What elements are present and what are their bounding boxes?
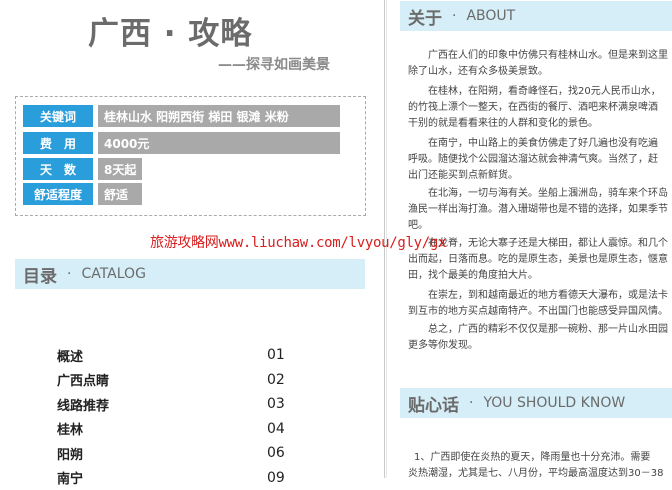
toc-label: 阳朔: [57, 444, 83, 463]
text-line: 在桂林，在阳朔，看奇峰怪石，找20元人民币山水，: [408, 84, 672, 100]
toc-item[interactable]: 广西点睛 02: [57, 368, 297, 393]
toc-item[interactable]: 线路推荐 03: [57, 392, 297, 417]
cost-row: 费 用 4000元: [23, 132, 340, 154]
toc-page: 03: [267, 396, 297, 412]
keywords-box: 关键词 桂林山水 阳朔西街 梯田 银滩 米粉 费 用 4000元 天 数 8天起…: [15, 96, 366, 216]
comfort-value: 舒适: [98, 183, 142, 205]
text-line: 除了山水，还有众多极美景致。: [408, 64, 672, 80]
text-line: 1、广西即使在炎热的夏天，降雨量也十分充沛。需要: [408, 450, 672, 466]
comfort-row: 舒适程度 舒适: [23, 183, 142, 205]
toc-item[interactable]: 概述 01: [57, 343, 297, 368]
text-line: 在龙脊，无论大寨子还是大梯田，都让人震惊。和几个: [408, 236, 672, 252]
tips-dot: ·: [469, 395, 473, 411]
toc-item[interactable]: 阳朔 06: [57, 441, 297, 466]
toc-label: 广西点睛: [57, 370, 109, 389]
catalog-title-en: CATALOG: [81, 266, 145, 282]
days-key: 天 数: [23, 158, 93, 180]
text-line: 在崇左，到和越南最近的地方看德天大瀑布，或是法卡: [408, 288, 672, 304]
about-paragraph: 在北海，一切与海有关。坐船上涠洲岛，骑车来个环岛 渔民一样出海打渔。潜入珊瑚带也…: [408, 186, 672, 234]
toc-page: 02: [267, 372, 297, 388]
text-line: 到互市的地方买点越南特产。不出国门也能感受异国风情。: [408, 304, 672, 320]
about-title-zh: 关于: [408, 4, 442, 29]
toc-page: 04: [267, 421, 297, 437]
about-paragraph: 在桂林，在阳朔，看奇峰怪石，找20元人民币山水， 的竹筏上漂个一整天，在西街的餐…: [408, 84, 672, 132]
about-paragraph: 总之，广西的精彩不仅仅是那一碗粉、那一片山水田园 更多等你发现。: [408, 322, 672, 354]
about-paragraph: 广西在人们的印象中仿佛只有桂林山水。但是来到这里 除了山水，还有众多极美景致。: [408, 48, 672, 80]
table-of-contents: 概述01 广西点睛02 线路推荐03 桂林04 阳朔06 南宁09: [57, 343, 297, 490]
about-paragraph: 在崇左，到和越南最近的地方看德天大瀑布，或是法卡 到互市的地方买点越南特产。不出…: [408, 288, 672, 320]
text-line: 出门还能买到点新鲜货。: [408, 168, 672, 184]
text-line: 在北海，一切与海有关。坐船上涠洲岛，骑车来个环岛: [408, 186, 672, 202]
toc-label: 线路推荐: [57, 395, 109, 414]
toc-item[interactable]: 桂林 04: [57, 417, 297, 442]
keyword-value: 桂林山水 阳朔西街 梯田 银滩 米粉: [98, 105, 340, 127]
text-line: 呼吸。随便找个公园溜达溜达就会神清气爽。当然了，赶: [408, 152, 672, 168]
text-line: 炎热潮湿，尤其是七、八月份，平均最高温度达到30－38: [408, 466, 672, 482]
catalog-dot: ·: [67, 266, 71, 282]
text-line: 总之，广西的精彩不仅仅是那一碗粉、那一片山水田园: [408, 322, 672, 338]
text-line: 出而起，日落而息。吃的是原生态，美景也是原生态，惬意: [408, 252, 672, 268]
toc-label: 桂林: [57, 419, 83, 438]
text-line: 更多等你发现。: [408, 338, 672, 354]
text-line: 广西在人们的印象中仿佛只有桂林山水。但是来到这里: [408, 48, 672, 64]
cost-value: 4000元: [98, 132, 340, 154]
watermark-text: 旅游攻略网www.liuchaw.com/lvyou/gly/gx: [150, 232, 446, 252]
text-line: 的竹筏上漂个一整天，在西街的餐厅、酒吧来杯满泉啤酒: [408, 100, 672, 116]
text-line: 渔民一样出海打渔。潜入珊瑚带也是不错的选择，如果季节: [408, 202, 672, 218]
keyword-key: 关键词: [23, 105, 93, 127]
tips-header: 贴心话 · YOU SHOULD KNOW: [400, 388, 672, 418]
days-value: 8天起: [98, 158, 142, 180]
text-line: 田，找个最美的角度拍大片。: [408, 268, 672, 284]
cost-key: 费 用: [23, 132, 93, 154]
toc-page: 06: [267, 445, 297, 461]
page-subtitle: ——探寻如画美景: [218, 54, 330, 74]
toc-label: 概述: [57, 346, 83, 365]
about-paragraph: 在南宁，中山路上的美食仿佛走了好几遍也没有吃遍 呼吸。随便找个公园溜达溜达就会神…: [408, 136, 672, 184]
text-line: 在南宁，中山路上的美食仿佛走了好几遍也没有吃遍: [408, 136, 672, 152]
toc-page: 01: [267, 347, 297, 363]
days-row: 天 数 8天起: [23, 158, 142, 180]
text-line: 吧。: [408, 218, 672, 234]
about-title-en: ABOUT: [466, 8, 515, 24]
catalog-header: 目录 · CATALOG: [15, 259, 365, 289]
page-title: 广西 · 攻略: [88, 8, 252, 53]
tips-paragraph: 1、广西即使在炎热的夏天，降雨量也十分充沛。需要 炎热潮湿，尤其是七、八月份，平…: [408, 450, 672, 482]
tips-title-zh: 贴心话: [408, 391, 459, 416]
comfort-key: 舒适程度: [23, 183, 93, 205]
keyword-row: 关键词 桂林山水 阳朔西街 梯田 银滩 米粉: [23, 105, 340, 127]
about-dot: ·: [452, 8, 456, 24]
text-line: 干别的就是看看来往的人群和变化的景色。: [408, 116, 672, 132]
about-header: 关于 · ABOUT: [400, 1, 672, 31]
catalog-title-zh: 目录: [23, 262, 57, 287]
about-paragraph: 在龙脊，无论大寨子还是大梯田，都让人震惊。和几个 出而起，日落而息。吃的是原生态…: [408, 236, 672, 284]
tips-title-en: YOU SHOULD KNOW: [483, 395, 625, 411]
